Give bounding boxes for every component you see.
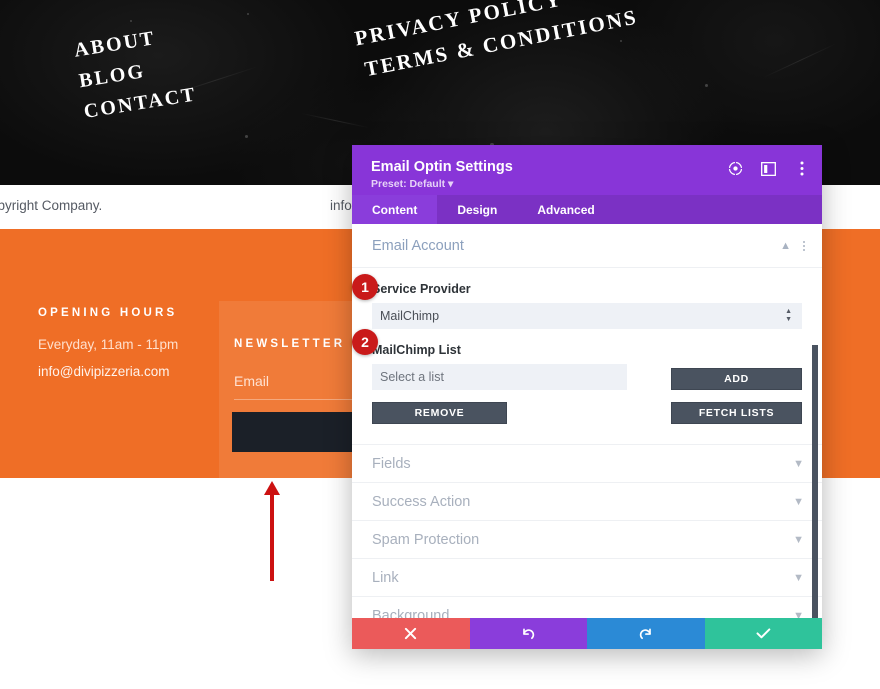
fetch-lists-button[interactable]: FETCH LISTS <box>671 402 802 424</box>
section-header-controls: ▲ <box>780 224 805 268</box>
step-badge-2: 2 <box>352 329 378 355</box>
modal-scrollbar[interactable] <box>812 345 818 618</box>
opening-hours-title: Opening Hours <box>38 307 178 319</box>
redo-button[interactable] <box>587 618 705 649</box>
close-icon <box>405 627 417 640</box>
check-icon <box>756 628 771 639</box>
chevron-down-icon[interactable]: ▼ <box>793 572 804 584</box>
mailchimp-list-placeholder: Select a list <box>380 370 444 384</box>
save-button[interactable] <box>704 618 822 649</box>
modal-title-icons <box>727 160 810 177</box>
kebab-menu-icon[interactable] <box>793 160 810 177</box>
texture-streak <box>300 112 370 129</box>
section-title: Email Account <box>372 237 464 254</box>
section-success-action[interactable]: Success Action ▼ <box>352 483 822 521</box>
mailchimp-list-select[interactable]: Select a list <box>372 364 627 390</box>
texture-speck <box>705 84 708 87</box>
texture-speck <box>620 40 622 42</box>
section-label: Link <box>372 569 399 586</box>
tab-design[interactable]: Design <box>437 195 517 224</box>
section-link[interactable]: Link ▼ <box>352 559 822 597</box>
layout-panel-icon[interactable] <box>760 160 777 177</box>
modal-footer <box>352 618 822 649</box>
email-optin-settings-modal: Email Optin Settings Preset: Default ▾ C… <box>352 145 822 649</box>
texture-speck <box>130 20 132 22</box>
section-spam-protection[interactable]: Spam Protection ▼ <box>352 521 822 559</box>
annotation-arrow-up <box>264 481 280 581</box>
texture-speck <box>247 13 249 15</box>
opening-hours-line: Everyday, 11am - 11pm <box>38 337 179 352</box>
service-provider-label: Service Provider <box>372 282 471 296</box>
screenshot-root: About Blog Contact Privacy Policy Terms … <box>0 0 880 689</box>
section-label: Fields <box>372 455 411 472</box>
add-button[interactable]: ADD <box>671 368 802 390</box>
tab-content[interactable]: Content <box>352 195 438 224</box>
footer-email: info@divipizzeria.com <box>38 364 170 379</box>
arrow-shaft <box>270 491 274 581</box>
collapsed-sections-list: Fields ▼ Success Action ▼ Spam Protectio… <box>352 444 822 618</box>
chevron-down-icon[interactable]: ▼ <box>793 610 804 619</box>
stepper-arrows-icon[interactable]: ▲ ▼ <box>785 308 792 323</box>
modal-preset-selector[interactable]: Preset: Default ▾ <box>371 178 453 190</box>
modal-titlebar: Email Optin Settings Preset: Default ▾ <box>352 145 822 195</box>
step-badge-1: 1 <box>352 274 378 300</box>
mailchimp-list-label: MailChimp List <box>372 343 461 357</box>
modal-title: Email Optin Settings <box>371 159 513 175</box>
service-provider-select[interactable]: MailChimp ▲ ▼ <box>372 303 802 329</box>
chevron-down-icon[interactable]: ▼ <box>793 534 804 546</box>
copyright-text: opyright Company. <box>0 198 103 213</box>
texture-speck <box>245 135 248 138</box>
footer-nav-right: Privacy Policy Terms & Conditions <box>352 0 640 86</box>
section-email-account-header[interactable]: Email Account ▲ <box>352 224 822 268</box>
newsletter-email-input[interactable]: Email <box>234 373 269 389</box>
service-provider-field: Service Provider MailChimp ▲ ▼ <box>352 268 822 329</box>
undo-icon <box>522 628 534 640</box>
section-fields[interactable]: Fields ▼ <box>352 445 822 483</box>
list-action-buttons: ADD REMOVE FETCH LISTS <box>352 368 822 426</box>
redo-icon <box>640 628 652 640</box>
chevron-down-icon[interactable]: ▼ <box>793 458 804 470</box>
section-background[interactable]: Background ▼ <box>352 597 822 619</box>
cancel-button[interactable] <box>352 618 470 649</box>
newsletter-title: Newsletter <box>234 338 346 350</box>
modal-body: Email Account ▲ Service Provider MailChi… <box>352 224 822 618</box>
kebab-menu-icon[interactable] <box>803 241 805 251</box>
tab-advanced[interactable]: Advanced <box>517 195 614 224</box>
modal-tabs: Content Design Advanced <box>352 195 822 224</box>
texture-streak <box>763 43 837 78</box>
chevron-down-icon[interactable]: ▼ <box>793 496 804 508</box>
remove-button[interactable]: REMOVE <box>372 402 507 424</box>
footer-nav-left: About Blog Contact <box>72 18 199 128</box>
chevron-up-icon[interactable]: ▲ <box>780 240 791 252</box>
section-label: Spam Protection <box>372 531 480 548</box>
target-icon[interactable] <box>727 160 744 177</box>
section-label: Success Action <box>372 493 471 510</box>
opening-hours-column: Opening Hours Everyday, 11am - 11pm info… <box>38 307 218 379</box>
service-provider-value: MailChimp <box>380 309 440 323</box>
undo-button[interactable] <box>469 618 587 649</box>
section-label: Background <box>372 607 450 619</box>
